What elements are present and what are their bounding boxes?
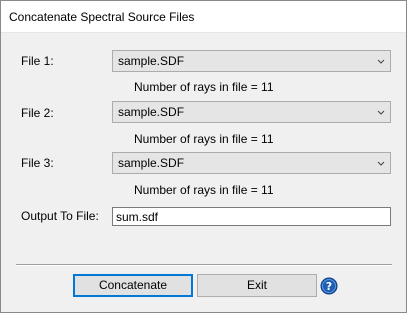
output-file-input[interactable]: sum.sdf bbox=[112, 207, 391, 226]
file-3-value: sample.SDF bbox=[118, 156, 185, 170]
output-file-value: sum.sdf bbox=[116, 210, 159, 224]
help-icon[interactable]: ? bbox=[320, 277, 338, 295]
file-1-value: sample.SDF bbox=[118, 54, 185, 68]
concatenate-button[interactable]: Concatenate bbox=[73, 274, 193, 297]
chevron-down-icon bbox=[377, 59, 385, 64]
separator bbox=[16, 264, 392, 266]
file-2-select[interactable]: sample.SDF bbox=[112, 101, 391, 123]
dialog-title: Concatenate Spectral Source Files bbox=[9, 10, 195, 24]
title-bar[interactable]: Concatenate Spectral Source Files bbox=[1, 1, 406, 33]
svg-text:?: ? bbox=[326, 280, 332, 293]
file-3-select[interactable]: sample.SDF bbox=[112, 152, 391, 174]
file-1-rays-info: Number of rays in file = 11 bbox=[134, 80, 274, 94]
chevron-down-icon bbox=[377, 161, 385, 166]
file-3-label: File 3: bbox=[21, 156, 54, 170]
dialog-window: Concatenate Spectral Source Files File 1… bbox=[0, 0, 407, 313]
file-2-label: File 2: bbox=[21, 106, 54, 120]
file-1-label: File 1: bbox=[21, 54, 54, 68]
file-2-value: sample.SDF bbox=[118, 105, 185, 119]
file-1-select[interactable]: sample.SDF bbox=[112, 50, 391, 72]
output-file-label: Output To File: bbox=[21, 209, 99, 223]
chevron-down-icon bbox=[377, 110, 385, 115]
file-2-rays-info: Number of rays in file = 11 bbox=[134, 132, 274, 146]
file-3-rays-info: Number of rays in file = 11 bbox=[134, 183, 274, 197]
exit-button[interactable]: Exit bbox=[197, 274, 317, 297]
